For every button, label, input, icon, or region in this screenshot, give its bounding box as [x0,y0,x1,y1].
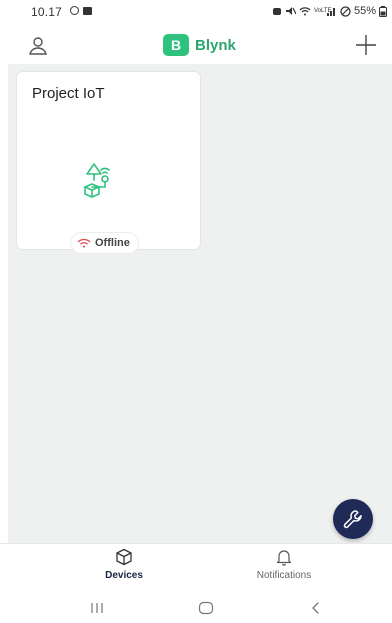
system-navigation-bar [0,589,392,623]
plus-icon [356,35,376,55]
add-device-button[interactable] [354,33,378,57]
back-icon [312,602,319,614]
status-right-icons: VoLTE 55% [272,5,387,17]
status-bar: 10.17 VoLTE 55% [0,0,392,26]
wrench-icon [343,510,362,529]
gallery-notification-icon [83,7,92,15]
back-button[interactable] [301,599,331,617]
circle-notification-icon [70,6,79,15]
nav-devices[interactable]: Devices [64,548,184,588]
profile-button[interactable] [27,35,49,57]
nav-notifications-label: Notifications [256,570,312,581]
brand-name: Blynk [195,36,236,54]
battery-icon [379,5,387,17]
user-icon [29,37,47,55]
status-time: 10.17 [31,5,63,19]
home-button[interactable] [191,599,221,617]
signal-icon [326,8,335,16]
battery-percent: 55% [353,5,376,17]
wifi-icon [299,7,311,16]
recent-apps-button[interactable] [82,599,112,617]
wifi-offline-icon [77,238,91,248]
brand-logo: B Blynk [163,34,236,56]
nav-notifications[interactable]: Notifications [224,548,344,588]
status-left-icons [70,6,92,15]
recents-icon [91,603,103,613]
app-header: B Blynk [0,26,392,64]
status-badge: Offline [71,233,138,253]
network-type-label: VoLTE [313,8,332,14]
device-card[interactable]: Project IoT Offline [17,72,200,253]
device-status-text: Offline [95,237,130,249]
home-icon [198,601,214,615]
bell-icon [276,550,292,566]
bottom-navigation: Devices Notifications [0,543,392,590]
device-grid: Project IoT Offline [8,64,392,543]
brand-logo-badge: B [163,34,189,56]
mute-icon [285,7,296,15]
cube-icon [116,548,132,566]
developer-tools-button[interactable] [333,499,373,539]
alarm-icon [272,8,281,15]
iot-device-icon [84,163,110,198]
nav-devices-label: Devices [105,570,143,581]
data-saver-icon [340,5,351,17]
device-name: Project IoT [32,85,105,102]
